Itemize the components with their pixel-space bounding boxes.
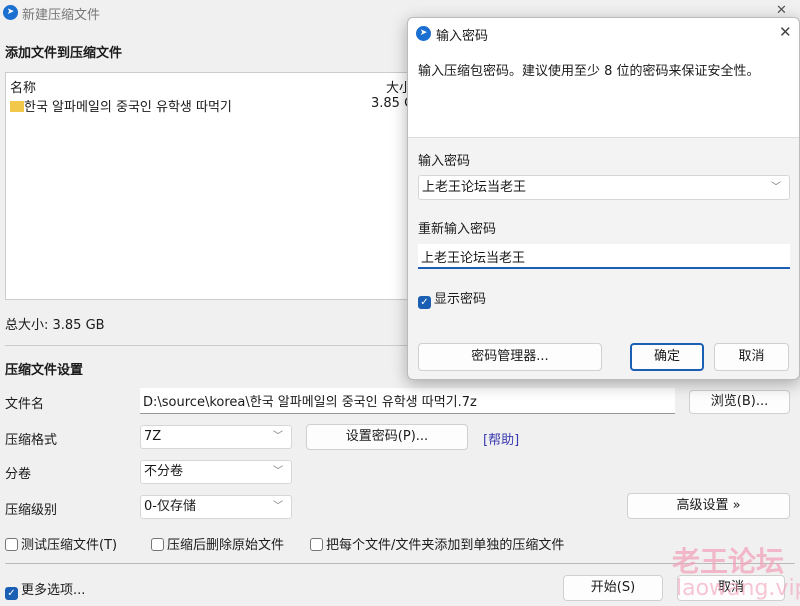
chevron-down-icon: ﹀	[273, 466, 283, 477]
show-password-checkbox[interactable]: ✓ 显示密码	[418, 288, 486, 309]
folder-icon	[10, 101, 24, 112]
start-button[interactable]: 开始(S)	[563, 575, 663, 601]
chevron-down-icon: ﹀	[273, 501, 283, 512]
ok-button[interactable]: 确定	[630, 343, 704, 371]
watermark-logo: 老王论坛	[672, 545, 785, 578]
level-label: 压缩级别	[5, 503, 58, 518]
separate-checkbox[interactable]: 把每个文件/文件夹添加到单独的压缩文件	[310, 534, 564, 553]
format-select[interactable]: 7Z ﹀	[140, 425, 292, 449]
close-icon[interactable]: ✕	[776, 3, 787, 18]
show-password-label: 显示密码	[434, 292, 487, 307]
set-password-button[interactable]: 设置密码(P)...	[306, 424, 468, 450]
total-size: 总大小: 3.85 GB	[5, 318, 105, 333]
delete-after-label: 压缩后删除原始文件	[167, 538, 285, 553]
more-options-checkbox[interactable]: ✓ 更多选项...	[5, 579, 85, 600]
checkbox-icon	[151, 538, 164, 551]
level-select[interactable]: 0-仅存储 ﹀	[140, 495, 292, 519]
window-title: 新建压缩文件	[22, 8, 101, 23]
browse-button[interactable]: 浏览(B)...	[689, 390, 790, 414]
help-link[interactable]: [帮助]	[483, 429, 519, 448]
password-combo[interactable]: 上老王论坛当老王 ﹀	[418, 175, 790, 200]
dialog-description: 输入压缩包密码。建议使用至少 8 位的密码来保证安全性。	[418, 64, 760, 79]
format-label: 压缩格式	[5, 433, 58, 448]
settings-heading: 压缩文件设置	[5, 363, 84, 378]
volume-value: 不分卷	[144, 464, 184, 479]
checkmark-icon: ✓	[418, 296, 431, 309]
password-manager-button[interactable]: 密码管理器...	[418, 343, 602, 371]
checkmark-icon: ✓	[5, 587, 18, 600]
test-label: 测试压缩文件(T)	[21, 538, 118, 553]
volume-label: 分卷	[5, 467, 32, 482]
format-value: 7Z	[144, 429, 162, 444]
app-icon: ➤	[3, 5, 18, 20]
password-label: 输入密码	[418, 154, 471, 169]
password-dialog: ➤ 输入密码 ✕ 输入压缩包密码。建议使用至少 8 位的密码来保证安全性。 输入…	[407, 17, 800, 380]
repeat-label: 重新输入密码	[418, 222, 497, 237]
column-name[interactable]: 名称	[10, 77, 36, 96]
watermark-url: laowang.vip	[676, 576, 800, 601]
close-icon[interactable]: ✕	[779, 23, 792, 41]
chevron-down-icon: ﹀	[771, 182, 781, 193]
level-value: 0-仅存储	[144, 499, 196, 514]
dialog-title: 输入密码	[436, 29, 489, 44]
repeat-password-input[interactable]: 上老王论坛当老王	[418, 244, 790, 269]
list-item[interactable]: 한국 알파메일의 중국인 유학생 따먹기 3.85 GB	[10, 96, 425, 115]
checkbox-icon	[5, 538, 18, 551]
file-list[interactable]: 名称 大小 한국 알파메일의 중국인 유학생 따먹기 3.85 GB	[5, 72, 425, 300]
app-icon: ➤	[416, 26, 431, 41]
password-value: 上老王论坛当老王	[422, 180, 527, 195]
delete-after-checkbox[interactable]: 压缩后删除原始文件	[151, 534, 284, 553]
checkbox-icon	[310, 538, 323, 551]
file-name: 한국 알파메일의 중국인 유학생 따먹기	[24, 100, 232, 115]
filename-label: 文件名	[5, 397, 45, 412]
test-checkbox[interactable]: 测试压缩文件(T)	[5, 534, 117, 553]
dialog-cancel-button[interactable]: 取消	[714, 343, 789, 371]
volume-select[interactable]: 不分卷 ﹀	[140, 460, 292, 484]
add-heading: 添加文件到压缩文件	[5, 46, 123, 61]
chevron-down-icon: ﹀	[273, 431, 283, 442]
filename-input[interactable]: D:\source\korea\한국 알파메일의 중국인 유학생 따먹기.7z	[140, 388, 675, 414]
advanced-button[interactable]: 高级设置 »	[627, 493, 790, 519]
more-options-label: 更多选项...	[21, 583, 86, 598]
separate-label: 把每个文件/文件夹添加到单独的压缩文件	[326, 538, 565, 553]
